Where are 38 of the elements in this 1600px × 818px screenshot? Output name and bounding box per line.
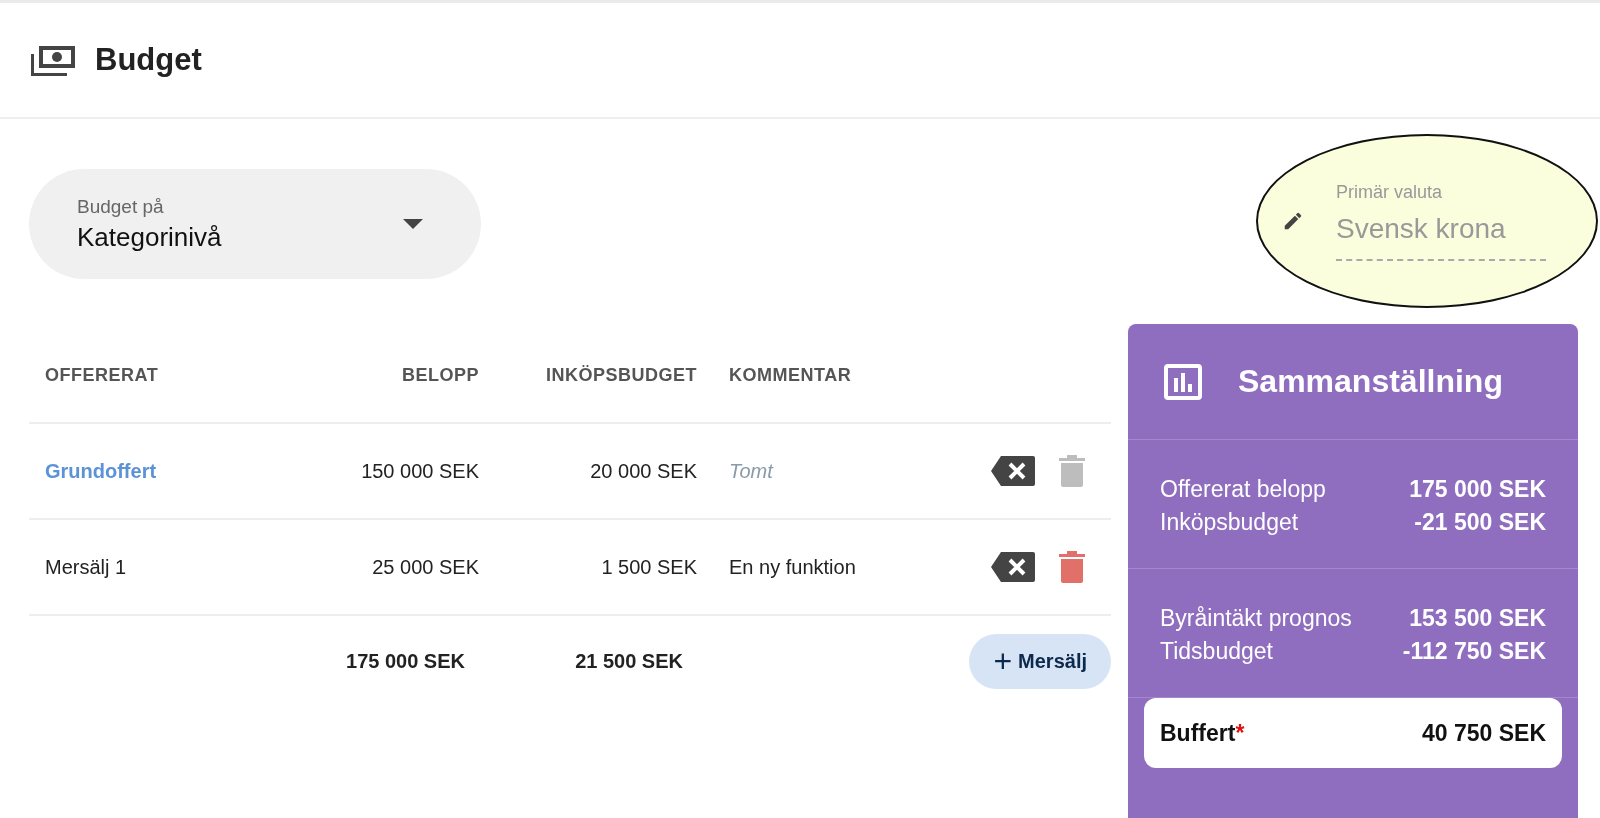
dropdown-value: Kategorinivå <box>77 221 222 253</box>
summary-label: Byråintäkt prognos <box>1160 605 1352 632</box>
amount-cell-text: 150 000 SEK <box>360 459 479 483</box>
caret-icon <box>403 219 423 229</box>
clear-icon[interactable] <box>991 551 1035 583</box>
dropdown-label: Budget på <box>77 195 165 218</box>
summary-label: Offererat belopp <box>1160 476 1326 503</box>
page-title: Budget <box>95 42 202 78</box>
summary-value: -112 750 SEK <box>1402 638 1546 665</box>
summary-title: Sammanställning <box>1238 363 1503 400</box>
clear-icon[interactable] <box>991 455 1035 487</box>
purchase-budget-cell-text: 1 500 SEK <box>600 555 697 579</box>
field-value: Svensk krona <box>1336 212 1507 245</box>
buffer-label: Buffert* <box>1160 719 1245 747</box>
bar-chart-icon <box>1164 363 1202 400</box>
summary-label: Inköpsbudget <box>1160 509 1299 536</box>
summary-label: Tidsbudget <box>1160 638 1273 665</box>
column-header: INKÖPSBUDGET <box>545 365 697 386</box>
trash-icon[interactable] <box>1059 551 1085 583</box>
budget-level-dropdown[interactable]: Budget på Kategorinivå <box>29 169 481 279</box>
edit-icon[interactable] <box>1282 210 1304 232</box>
offer-name: Mersälj 1 <box>44 555 128 579</box>
summary-value: -21 500 SEK <box>1414 509 1546 536</box>
money-icon <box>31 44 75 76</box>
add-upsell-button[interactable]: + Mersälj <box>969 633 1111 689</box>
comment-cell-text: En ny funktion <box>728 555 857 579</box>
total-amount: 175 000 SEK <box>345 649 466 673</box>
column-header: OFFERERAT <box>44 365 160 386</box>
column-header: KOMMENTAR <box>728 365 853 386</box>
summary-value: 175 000 SEK <box>1409 476 1546 503</box>
column-header: BELOPP <box>401 365 479 386</box>
total-purchase-budget: 21 500 SEK <box>574 649 684 673</box>
purchase-budget-cell-text: 20 000 SEK <box>589 459 697 483</box>
summary-value: 153 500 SEK <box>1409 605 1546 632</box>
amount-cell-text: 25 000 SEK <box>371 555 479 579</box>
comment-cell-text: Tomt <box>728 459 775 483</box>
buffer-value: 40 750 SEK <box>1421 719 1546 747</box>
field-label: Primär valuta <box>1336 181 1444 203</box>
